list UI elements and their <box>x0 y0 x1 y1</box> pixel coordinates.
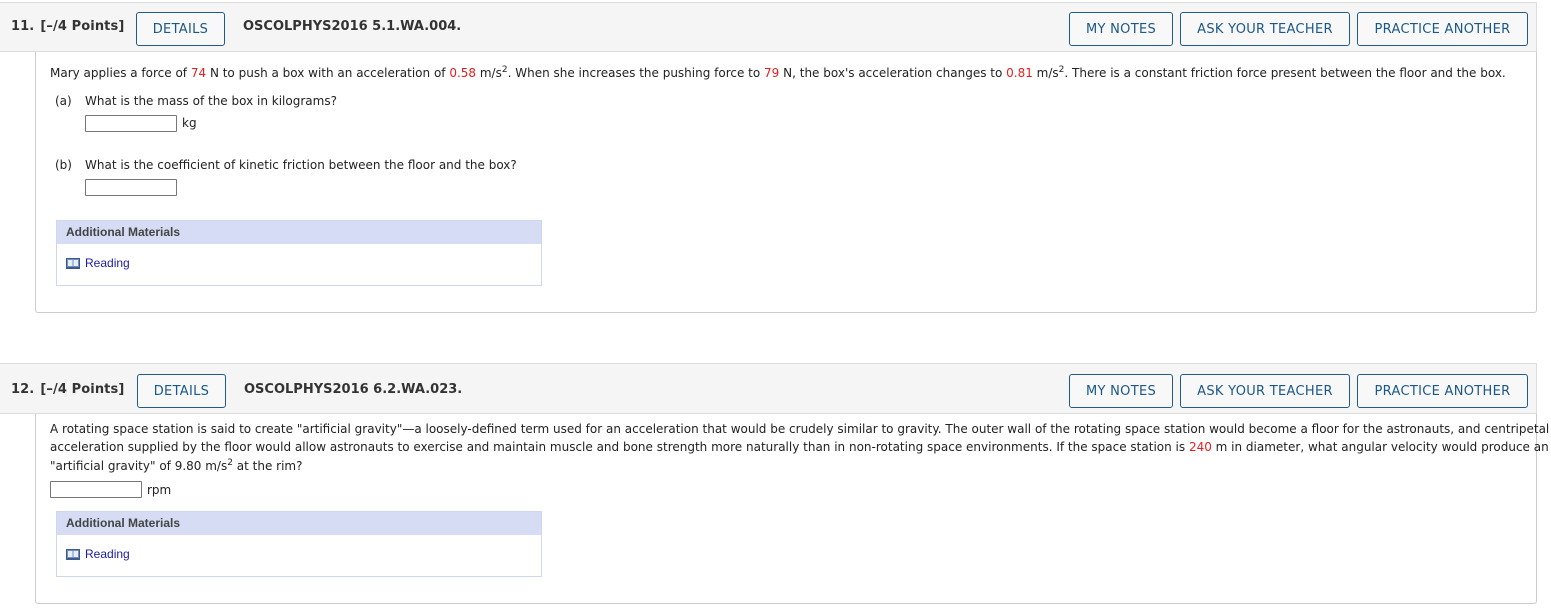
question-text-line-1: A rotating space station is said to crea… <box>50 422 1550 436</box>
question-number: 11. [–/4 Points] <box>11 19 125 34</box>
friction-coefficient-answer-input[interactable] <box>85 179 177 196</box>
question-12-header: 12. [–/4 Points] DETAILS OSCOLPHYS2016 6.… <box>0 363 1537 414</box>
given-value: 74 <box>190 66 207 80</box>
unit-label: rpm <box>147 483 172 497</box>
question-11-header: 11. [–/4 Points] DETAILS OSCOLPHYS2016 5.… <box>0 2 1537 52</box>
part-b-label: (b) <box>55 158 72 172</box>
ask-your-teacher-button[interactable]: ASK YOUR TEACHER <box>1180 12 1350 46</box>
given-value: 0.81 <box>1006 66 1033 80</box>
part-a-label: (a) <box>55 94 72 108</box>
given-value: 0.58 <box>449 66 477 80</box>
book-icon <box>66 257 80 269</box>
reading-link[interactable]: Reading <box>66 547 130 561</box>
part-a-prompt: What is the mass of the box in kilograms… <box>85 94 337 108</box>
given-value: 79 <box>764 66 780 80</box>
part-b-prompt: What is the coefficient of kinetic frict… <box>85 158 517 172</box>
unit-label: kg <box>182 116 197 130</box>
additional-materials-title: Additional Materials <box>57 221 541 244</box>
practice-another-button[interactable]: PRACTICE ANOTHER <box>1357 374 1528 408</box>
question-number: 12. [–/4 Points] <box>11 382 125 397</box>
points-label: [–/4 Points] <box>40 19 125 34</box>
additional-materials-title: Additional Materials <box>57 512 541 535</box>
additional-materials-panel: Additional Materials Reading <box>56 511 542 577</box>
angular-velocity-answer-input[interactable] <box>50 481 142 498</box>
mass-answer-input[interactable] <box>85 115 177 132</box>
question-text-line-3: "artificial gravity" of 9.80 m/s2 at the… <box>50 458 303 474</box>
ask-your-teacher-button[interactable]: ASK YOUR TEACHER <box>1180 374 1350 408</box>
question-text-line-2: acceleration supplied by the floor would… <box>50 440 1549 454</box>
my-notes-button[interactable]: MY NOTES <box>1069 374 1173 408</box>
additional-materials-panel: Additional Materials Reading <box>56 220 542 286</box>
reading-link[interactable]: Reading <box>66 256 130 270</box>
points-label: [–/4 Points] <box>40 382 125 397</box>
my-notes-button[interactable]: MY NOTES <box>1069 12 1173 46</box>
details-button[interactable]: DETAILS <box>136 12 225 46</box>
question-12-body: A rotating space station is said to crea… <box>35 414 1549 604</box>
question-code: OSCOLPHYS2016 6.2.WA.023. <box>244 382 463 397</box>
question-11-body: Mary applies a force of 74 N to push a b… <box>35 52 1537 313</box>
book-icon <box>66 548 80 560</box>
details-button[interactable]: DETAILS <box>137 374 226 408</box>
practice-another-button[interactable]: PRACTICE ANOTHER <box>1357 12 1528 46</box>
question-text: Mary applies a force of 74 N to push a b… <box>50 65 1506 81</box>
question-code: OSCOLPHYS2016 5.1.WA.004. <box>243 19 462 34</box>
given-value: 240 <box>1188 440 1212 454</box>
